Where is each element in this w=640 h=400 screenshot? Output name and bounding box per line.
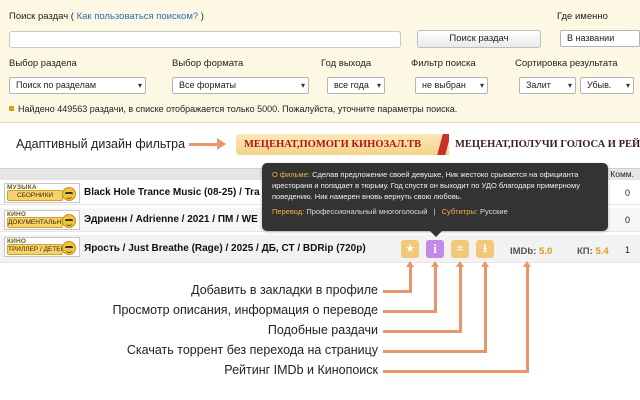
imdb-rating-label: IMDb: (510, 246, 537, 257)
format-select-value: Все форматы (179, 80, 237, 90)
kp-rating-label: КП: (577, 246, 593, 257)
arrow-up-icon (456, 261, 464, 267)
kp-rating[interactable]: КП: 5.4 (577, 246, 609, 257)
arrow-up-icon (523, 261, 531, 267)
download-icon[interactable]: ⭳ (476, 240, 494, 258)
translation-value: Профессиональный многоголосый (306, 207, 428, 216)
subtitles-label: Субтитры: (441, 207, 478, 216)
arrow-up-icon (431, 261, 439, 267)
translation-label: Перевод: (272, 207, 305, 216)
connector-line (383, 350, 485, 353)
imdb-rating-value: 5.0 (539, 246, 553, 257)
connector-line (383, 310, 435, 313)
subcategory-label: ТРИЛЛЕР / ДЕТЕКТИВ (7, 244, 63, 255)
filter-section-label: Выбор раздела (9, 58, 77, 69)
arrow-right-icon (189, 138, 226, 150)
category-badge[interactable]: МУЗЫКА СБОРНИКИ (4, 183, 80, 203)
connector-line (383, 330, 460, 333)
where-select-value: В названии (567, 33, 615, 43)
connector-line (383, 290, 410, 293)
connector-line (383, 370, 527, 373)
about-label: О фильме: (272, 170, 310, 179)
similar-icon[interactable]: ≈ (451, 240, 469, 258)
search-filter-select-value: не выбран (422, 80, 466, 90)
where-select[interactable]: В названии (560, 30, 640, 47)
connector-line (459, 266, 462, 333)
connector-line (409, 266, 412, 293)
subtitles-value: Русские (479, 207, 508, 216)
imdb-rating[interactable]: IMDb: 5.0 (510, 246, 552, 257)
chevron-down-icon: ▾ (137, 81, 142, 90)
query-label-text: Поиск раздач (9, 11, 69, 22)
sort-field-select-value: Залит (526, 80, 551, 90)
filter-format-label: Выбор формата (172, 58, 244, 69)
comments-count: 1 (624, 245, 630, 255)
sort-order-select-value: Убыв. (587, 80, 612, 90)
help-link[interactable]: Как пользоваться поиском? (77, 11, 199, 22)
chevron-down-icon: ▾ (300, 81, 305, 90)
tooltip-meta: Перевод: Профессиональный многоголосый |… (272, 206, 598, 217)
connector-line (484, 266, 487, 353)
filter-search-label: Фильтр поиска (411, 58, 476, 69)
chevron-down-icon: ▾ (479, 81, 484, 90)
category-badge[interactable]: КИНО ТРИЛЛЕР / ДЕТЕКТИВ (4, 237, 80, 257)
filter-year-label: Год выхода (321, 58, 372, 69)
torrent-title-link[interactable]: Ярость / Just Breathe (Rage) / 2025 / ДБ… (84, 243, 366, 254)
found-summary-text: Найдено 449563 раздачи, в списке отображ… (18, 104, 458, 114)
format-select[interactable]: Все форматы ▾ (172, 77, 309, 94)
connector-line (434, 266, 437, 313)
section-select[interactable]: Поиск по разделам ▾ (9, 77, 146, 94)
legend-ratings: Рейтинг IMDb и Кинопоиск (224, 363, 378, 377)
banner-right-text[interactable]: МЕЦЕНАТ,ПОЛУЧИ ГОЛОСА И РЕЙТИН (449, 134, 640, 155)
kp-rating-value: 5.4 (595, 246, 609, 257)
legend-similar: Подобные раздачи (267, 323, 378, 337)
tooltip-about: О фильме: Сделав предложение своей девуш… (272, 169, 598, 202)
search-query-label: Поиск раздач ( Как пользоваться поиском?… (9, 11, 204, 22)
bookmark-star-icon[interactable]: ★ (401, 240, 419, 258)
search-input[interactable] (9, 31, 401, 48)
year-select[interactable]: все года ▾ (327, 77, 385, 94)
section-select-value: Поиск по разделам (16, 80, 97, 90)
chevron-down-icon: ▾ (625, 81, 630, 90)
year-select-value: все года (334, 80, 369, 90)
subcategory-label: ДОКУМЕНТАЛЬНЫЙ (7, 217, 63, 228)
meta-separator: | (433, 207, 436, 216)
torrent-title-link[interactable]: Black Hole Trance Music (08-25) / Tra (84, 187, 260, 198)
smiley-icon (62, 214, 76, 228)
category-badge[interactable]: КИНО ДОКУМЕНТАЛЬНЫЙ (4, 210, 80, 230)
smiley-icon (62, 241, 76, 255)
help-bracket-close: ) (200, 11, 204, 22)
legend-download: Скачать торрент без перехода на страницу (126, 343, 378, 357)
chevron-down-icon: ▾ (376, 81, 381, 90)
legend-bookmark: Добавить в закладки в профиле (191, 283, 378, 297)
chevron-down-icon: ▾ (567, 81, 572, 90)
comments-count: 0 (624, 188, 630, 198)
connector-line (526, 266, 529, 373)
search-filter-select[interactable]: не выбран ▾ (415, 77, 488, 94)
adaptive-design-label: Адаптивный дизайн фильтра (16, 137, 186, 151)
description-tooltip: О фильме: Сделав предложение своей девуш… (262, 163, 608, 237)
sort-field-select[interactable]: Залит ▾ (519, 77, 576, 94)
search-panel: Поиск раздач ( Как пользоваться поиском?… (0, 0, 640, 123)
filter-sort-label: Сортировка результата (515, 58, 618, 69)
comments-count: 0 (624, 215, 630, 225)
promo-banner[interactable]: МЕЦЕНАТ,ПОМОГИ КИНОЗАЛ.ТВ МЕЦЕНАТ,ПОЛУЧИ… (236, 134, 640, 155)
arrow-up-icon (406, 261, 414, 267)
about-text: Сделав предложение своей девушке, Ник же… (272, 170, 580, 201)
search-button[interactable]: Поиск раздач (417, 30, 541, 48)
subcategory-label: СБОРНИКИ (7, 190, 63, 201)
torrent-title-link[interactable]: Эдриенн / Adrienne / 2021 / ПМ / WE (84, 214, 258, 225)
smiley-icon (62, 187, 76, 201)
info-icon[interactable]: i (426, 240, 444, 258)
banner-left-text[interactable]: МЕЦЕНАТ,ПОМОГИ КИНОЗАЛ.ТВ (244, 134, 444, 155)
legend-description: Просмотр описания, информация о переводе (112, 303, 378, 317)
comments-column-header[interactable]: Комм. (610, 169, 634, 179)
where-label: Где именно (557, 11, 608, 22)
help-bracket-open: ( (70, 11, 74, 22)
arrow-up-icon (481, 261, 489, 267)
bullet-icon (9, 106, 14, 111)
sort-order-select[interactable]: Убыв. ▾ (580, 77, 634, 94)
found-summary: Найдено 449563 раздачи, в списке отображ… (9, 104, 457, 114)
